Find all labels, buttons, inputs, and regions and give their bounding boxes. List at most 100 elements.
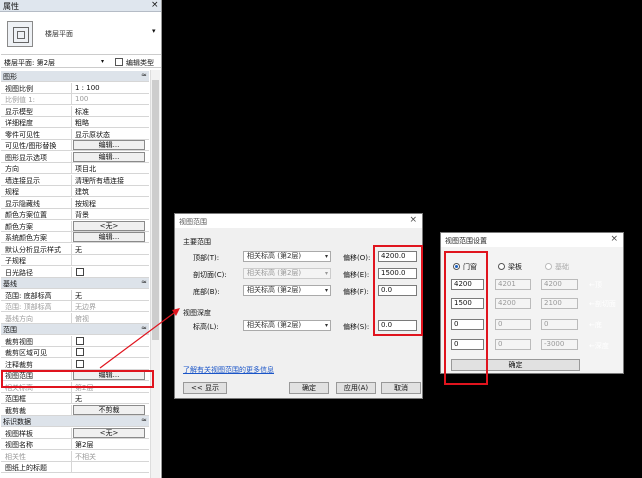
property-row: 范围框 无 <box>1 393 149 404</box>
property-value[interactable]: 背景 <box>75 210 89 220</box>
close-icon[interactable]: × <box>610 234 618 244</box>
property-value[interactable]: 无 <box>75 245 82 255</box>
scrollbar-thumb[interactable] <box>152 80 159 340</box>
help-link[interactable]: 了解有关视图范围的更多信息 <box>183 365 274 375</box>
close-icon[interactable]: × <box>409 215 417 225</box>
foundation-bottom-input: 0 <box>541 319 578 330</box>
property-checkbox[interactable] <box>76 359 84 368</box>
property-edit-button[interactable]: 编辑... <box>73 140 145 150</box>
column-divider <box>71 140 72 151</box>
annotation-cut-plane: ←剖切面 <box>589 300 616 308</box>
property-row: 视图比例 1 : 100 <box>1 82 149 94</box>
top-level-select[interactable]: 相关标高 (第2层) ▾ <box>243 251 331 262</box>
bottom-level-select[interactable]: 相关标高 (第2层) ▾ <box>243 285 331 296</box>
property-category[interactable]: 范围 ≈ <box>1 324 149 335</box>
view-depth-level-select[interactable]: 相关标高 (第2层) ▾ <box>243 320 331 331</box>
property-name: 零件可见性 <box>5 130 40 139</box>
highlight-door-column <box>444 251 488 385</box>
collapse-icon[interactable]: ≈ <box>141 278 147 286</box>
property-name: 日光路径 <box>5 268 33 277</box>
cancel-button[interactable]: 取消 <box>381 382 421 394</box>
collapse-icon[interactable]: ≈ <box>141 71 147 79</box>
ok-button[interactable]: 确定 <box>289 382 329 394</box>
property-value[interactable]: 第2层 <box>75 440 93 450</box>
property-value[interactable]: 1 : 100 <box>75 84 100 92</box>
property-value[interactable]: 显示原状态 <box>75 130 110 140</box>
property-value[interactable]: 项目北 <box>75 164 96 174</box>
radio-beam-slab[interactable] <box>498 263 505 270</box>
property-category[interactable]: 基线 ≈ <box>1 278 149 289</box>
property-value: 无边界 <box>75 303 96 311</box>
property-row: 可见性/图形替换 编辑... <box>1 140 149 151</box>
property-edit-button[interactable]: 不剪裁 <box>73 404 145 415</box>
floor-plan-icon <box>7 21 33 47</box>
property-edit-button[interactable]: 编辑... <box>73 232 145 242</box>
property-edit-button[interactable]: <无> <box>73 220 145 231</box>
offset-o-label: 偏移(O): <box>343 254 371 262</box>
top-label: 顶部(T): <box>193 254 220 262</box>
type-selector[interactable]: 楼层平面 ▾ <box>1 13 161 55</box>
property-value[interactable]: 粗略 <box>75 118 89 128</box>
column-divider <box>71 266 72 278</box>
property-value: 不相关 <box>75 452 96 461</box>
edit-type-button[interactable]: 编辑类型 <box>126 58 154 68</box>
column-divider <box>71 358 72 370</box>
type-name: 楼层平面 <box>45 30 73 38</box>
property-category[interactable]: 图形 ≈ <box>1 71 149 82</box>
property-row: 方向 项目北 <box>1 163 149 174</box>
offset-e-label: 偏移(E): <box>343 271 370 279</box>
category-label: 标识数据 <box>3 418 31 426</box>
property-row: 详细程度 粗略 <box>1 117 149 128</box>
beam-depth-input: 0 <box>495 339 531 350</box>
category-label: 图形 <box>3 73 17 81</box>
property-row: 颜色方案 <无> <box>1 220 149 232</box>
property-checkbox[interactable] <box>76 336 84 345</box>
property-value[interactable]: 无 <box>75 394 82 404</box>
column-divider <box>71 82 72 94</box>
property-value[interactable]: 清理所有墙连接 <box>75 176 124 186</box>
property-value[interactable]: 标准 <box>75 107 89 117</box>
property-value[interactable]: 按规程 <box>75 199 96 209</box>
property-name: 颜色方案 <box>5 222 33 231</box>
foundation-cut-input: 2100 <box>541 298 578 309</box>
property-edit-button[interactable]: 编辑... <box>73 151 145 162</box>
edit-type-icon[interactable] <box>115 58 123 66</box>
property-name: 墙连接显示 <box>5 176 40 185</box>
column-divider <box>71 128 72 140</box>
property-row: 范围: 顶部标高 无边界 <box>1 301 149 312</box>
show-button[interactable]: << 显示 <box>183 382 227 394</box>
properties-scrollbar[interactable] <box>150 70 160 478</box>
beam-slab-label: 梁板 <box>508 263 522 271</box>
column-divider <box>71 301 72 312</box>
column-divider <box>71 462 72 473</box>
property-checkbox[interactable] <box>76 267 84 276</box>
property-edit-button[interactable]: <无> <box>73 427 145 438</box>
property-name: 颜色方案位置 <box>5 211 47 219</box>
instance-dropdown-icon[interactable]: ▾ <box>101 58 104 65</box>
column-divider <box>71 243 72 255</box>
instance-filter-select[interactable]: 楼层平面: 第2层 <box>4 58 55 68</box>
property-row: 子规程 <box>1 255 149 266</box>
column-divider <box>71 312 72 324</box>
property-row: 视图样板 <无> <box>1 427 149 439</box>
property-checkbox[interactable] <box>76 348 84 356</box>
property-row: 图纸上的标题 <box>1 462 149 473</box>
apply-button[interactable]: 应用(A) <box>336 382 376 394</box>
property-name: 视图名称 <box>5 441 33 449</box>
bottom-label: 底部(B): <box>193 288 220 296</box>
property-name: 范围框 <box>5 395 26 403</box>
settings-title-bar: 视图范围设置 × <box>441 233 623 247</box>
property-category[interactable]: 标识数据 ≈ <box>1 416 149 427</box>
chevron-down-icon[interactable]: ▾ <box>152 27 156 35</box>
collapse-icon[interactable]: ≈ <box>141 416 147 424</box>
annotation-top: ←顶 <box>589 281 602 289</box>
column-divider <box>71 209 72 220</box>
property-value[interactable]: 无 <box>75 291 82 301</box>
property-name: 裁剪视图 <box>5 337 33 346</box>
radio-foundation <box>545 263 552 270</box>
view-range-title: 视图范围 <box>179 218 207 226</box>
property-value[interactable]: 建筑 <box>75 187 89 197</box>
close-icon[interactable]: × <box>151 0 159 10</box>
collapse-icon[interactable]: ≈ <box>141 324 147 332</box>
column-divider <box>71 117 72 128</box>
